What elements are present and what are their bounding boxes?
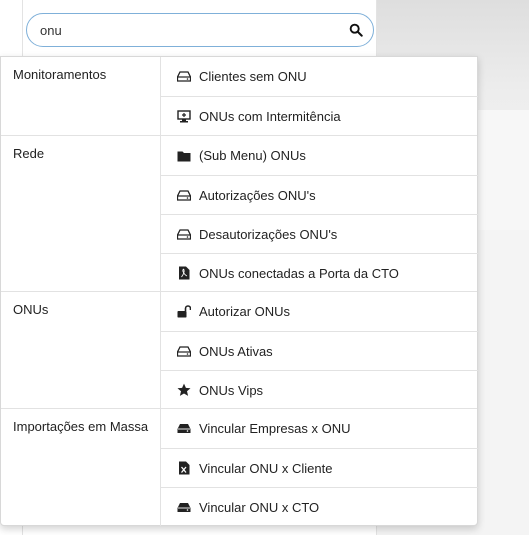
result-item-clientes-sem-onu[interactable]: Clientes sem ONU (161, 57, 478, 96)
result-item-vincular-onu-cliente[interactable]: Vincular ONU x Cliente (161, 448, 478, 487)
result-item-autorizar-onus[interactable]: Autorizar ONUs (161, 292, 478, 331)
hdd-solid-icon (177, 422, 191, 436)
result-item-label: Vincular Empresas x ONU (199, 421, 351, 436)
group-monitoramentos: Monitoramentos Clientes sem ONU ONUs com… (1, 57, 478, 135)
result-item-label: ONUs Vips (199, 382, 264, 398)
result-item-label: Vincular ONU x Cliente (199, 460, 333, 476)
result-item-label: (Sub Menu) ONUs (199, 148, 306, 163)
result-item-desautorizacoes-onus[interactable]: Desautorizações ONU's (161, 214, 478, 253)
monitor-icon (177, 109, 191, 123)
result-item-autorizacoes-onus[interactable]: Autorizações ONU's (161, 175, 478, 214)
result-item-label: Autorizar ONUs (199, 304, 291, 319)
hdd-icon (177, 70, 191, 84)
group-items: Autorizar ONUs ONUs Ativas ONUs Vips (160, 292, 478, 409)
group-onus: ONUs Autorizar ONUs ONUs Ativas ONUs Vip… (1, 291, 478, 409)
result-item-onus-conectadas-porta-cto[interactable]: ONUs conectadas a Porta da CTO (161, 253, 478, 292)
group-label: Rede (13, 146, 45, 161)
group-importacoes-em-massa: Importações em Massa Vincular Empresas x… (1, 408, 478, 526)
group-label: Importações em Massa (13, 419, 149, 434)
group-label: ONUs (13, 302, 49, 317)
result-item-label: ONUs conectadas a Porta da CTO (199, 265, 399, 281)
search-box[interactable] (26, 13, 374, 47)
search-results-dropdown: Monitoramentos Clientes sem ONU ONUs com… (0, 56, 478, 526)
search-icon[interactable] (349, 23, 363, 37)
result-item-label: Autorizações ONU's (199, 187, 316, 203)
hdd-icon (177, 227, 191, 241)
result-item-onus-vips[interactable]: ONUs Vips (161, 370, 478, 409)
background-card (478, 110, 529, 230)
hdd-solid-icon (177, 500, 191, 514)
hdd-icon (177, 344, 191, 358)
group-items: Clientes sem ONU ONUs com Intermitência (160, 57, 478, 135)
excel-file-icon (177, 461, 191, 475)
result-item-sub-menu-onus[interactable]: (Sub Menu) ONUs (161, 136, 478, 175)
result-item-onus-com-intermitencia[interactable]: ONUs com Intermitência (161, 96, 478, 135)
group-rede: Rede (Sub Menu) ONUs Autorizações ONU's … (1, 135, 478, 292)
result-item-label: ONUs Ativas (199, 343, 273, 359)
result-item-label: Desautorizações ONU's (199, 226, 338, 242)
pdf-file-icon (177, 266, 191, 280)
star-icon (177, 383, 191, 397)
search-input[interactable] (40, 20, 330, 40)
folder-icon (177, 149, 191, 163)
result-item-vincular-onu-cto[interactable]: Vincular ONU x CTO (161, 487, 478, 526)
group-items: Vincular Empresas x ONU Vincular ONU x C… (160, 409, 478, 526)
result-item-label: ONUs com Intermitência (199, 108, 341, 124)
result-item-vincular-empresas-onu[interactable]: Vincular Empresas x ONU (161, 409, 478, 448)
result-item-label: Clientes sem ONU (199, 69, 307, 84)
result-item-onus-ativas[interactable]: ONUs Ativas (161, 331, 478, 370)
group-items: (Sub Menu) ONUs Autorizações ONU's Desau… (160, 136, 478, 292)
unlock-icon (177, 305, 191, 319)
hdd-icon (177, 188, 191, 202)
group-label: Monitoramentos (13, 67, 107, 82)
result-item-label: Vincular ONU x CTO (199, 499, 320, 515)
